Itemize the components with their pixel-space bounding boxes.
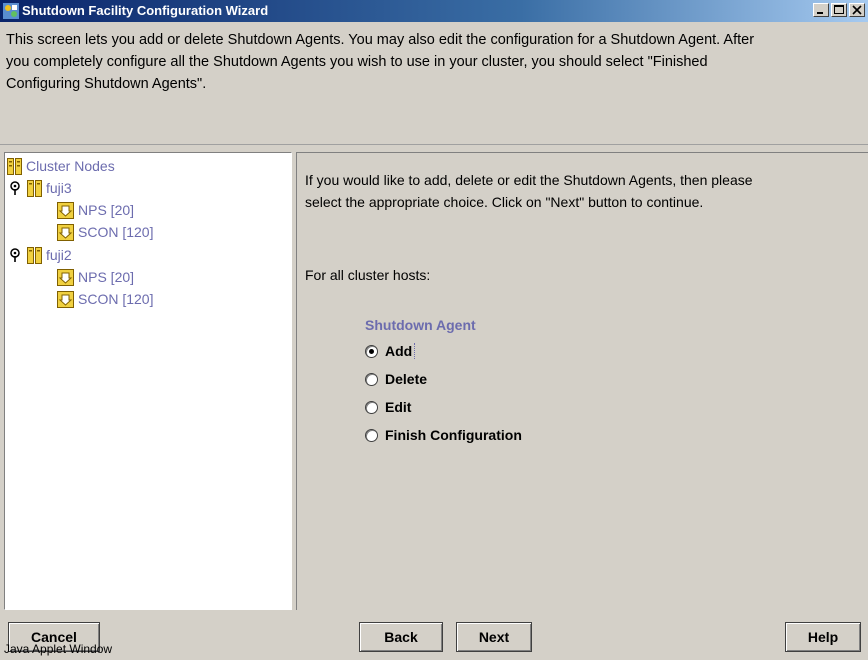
help-button[interactable]: Help [785, 622, 861, 652]
instruction-line: If you would like to add, delete or edit… [305, 172, 753, 188]
tree-agent-label: NPS [20] [78, 269, 135, 285]
radio-button-selected[interactable] [365, 344, 378, 358]
radio-button[interactable] [365, 400, 378, 414]
minimize-button[interactable] [813, 3, 829, 17]
radio-label: Finish Configuration [385, 427, 522, 443]
shutdown-agent-icon [57, 223, 74, 241]
java-app-icon [3, 3, 19, 19]
description-line: Configuring Shutdown Agents". [6, 76, 207, 92]
maximize-icon [834, 5, 844, 14]
radio-finish-configuration[interactable]: Finish Configuration [365, 427, 522, 443]
description-line: This screen lets you add or delete Shutd… [6, 32, 755, 48]
radio-label: Add [385, 343, 416, 359]
node-icon [27, 246, 42, 264]
tree-agent-label: SCON [120] [78, 291, 154, 307]
tree-agent-nps[interactable]: NPS [20] [57, 267, 134, 287]
radio-label: Edit [385, 399, 412, 415]
tree-node-label: fuji2 [46, 247, 72, 263]
radio-add[interactable]: Add [365, 343, 416, 359]
minimize-icon [817, 12, 823, 14]
shutdown-agent-icon [57, 201, 74, 219]
tree-agent-nps[interactable]: NPS [20] [57, 200, 134, 220]
shutdown-agent-icon [57, 290, 74, 308]
description-line: you completely configure all the Shutdow… [6, 54, 708, 70]
tree-agent-scon[interactable]: SCON [120] [57, 222, 153, 242]
close-icon [852, 5, 862, 15]
expand-key-icon[interactable] [9, 248, 21, 262]
shutdown-agent-group-title: Shutdown Agent [365, 317, 476, 333]
tree-root-label: Cluster Nodes [26, 158, 115, 174]
wizard-window: Shutdown Facility Configuration Wizard T… [0, 0, 868, 660]
tree-node-fuji3[interactable]: fuji3 [9, 178, 72, 198]
radio-button[interactable] [365, 428, 378, 442]
tree-node-fuji2[interactable]: fuji2 [9, 245, 72, 265]
radio-edit[interactable]: Edit [365, 399, 411, 415]
radio-delete[interactable]: Delete [365, 371, 427, 387]
tree-node-label: fuji3 [46, 180, 72, 196]
applet-status-text: Java Applet Window [4, 642, 113, 656]
radio-button[interactable] [365, 372, 378, 386]
tree-agent-label: NPS [20] [78, 202, 135, 218]
node-icon [27, 179, 42, 197]
description-text: This screen lets you add or delete Shutd… [0, 29, 868, 144]
tree-agent-label: SCON [120] [78, 224, 154, 240]
tree-agent-scon[interactable]: SCON [120] [57, 289, 153, 309]
tree-root[interactable]: Cluster Nodes [7, 156, 115, 176]
cluster-nodes-icon [7, 157, 22, 175]
back-button[interactable]: Back [359, 622, 443, 652]
close-button[interactable] [849, 3, 865, 17]
cluster-tree[interactable]: Cluster Nodes fuji3 NPS [20] SCON [120] … [4, 152, 292, 610]
maximize-button[interactable] [831, 3, 847, 17]
window-title: Shutdown Facility Configuration Wizard [22, 3, 269, 18]
wizard-content-panel: If you would like to add, delete or edit… [296, 152, 868, 610]
instruction-text: If you would like to add, delete or edit… [305, 169, 845, 213]
shutdown-agent-icon [57, 268, 74, 286]
for-all-hosts-label: For all cluster hosts: [305, 267, 431, 283]
expand-key-icon[interactable] [9, 181, 21, 195]
radio-label: Delete [385, 371, 428, 387]
title-bar[interactable]: Shutdown Facility Configuration Wizard [0, 0, 868, 22]
instruction-line: select the appropriate choice. Click on … [305, 194, 704, 210]
divider [0, 144, 868, 145]
next-button[interactable]: Next [456, 622, 532, 652]
